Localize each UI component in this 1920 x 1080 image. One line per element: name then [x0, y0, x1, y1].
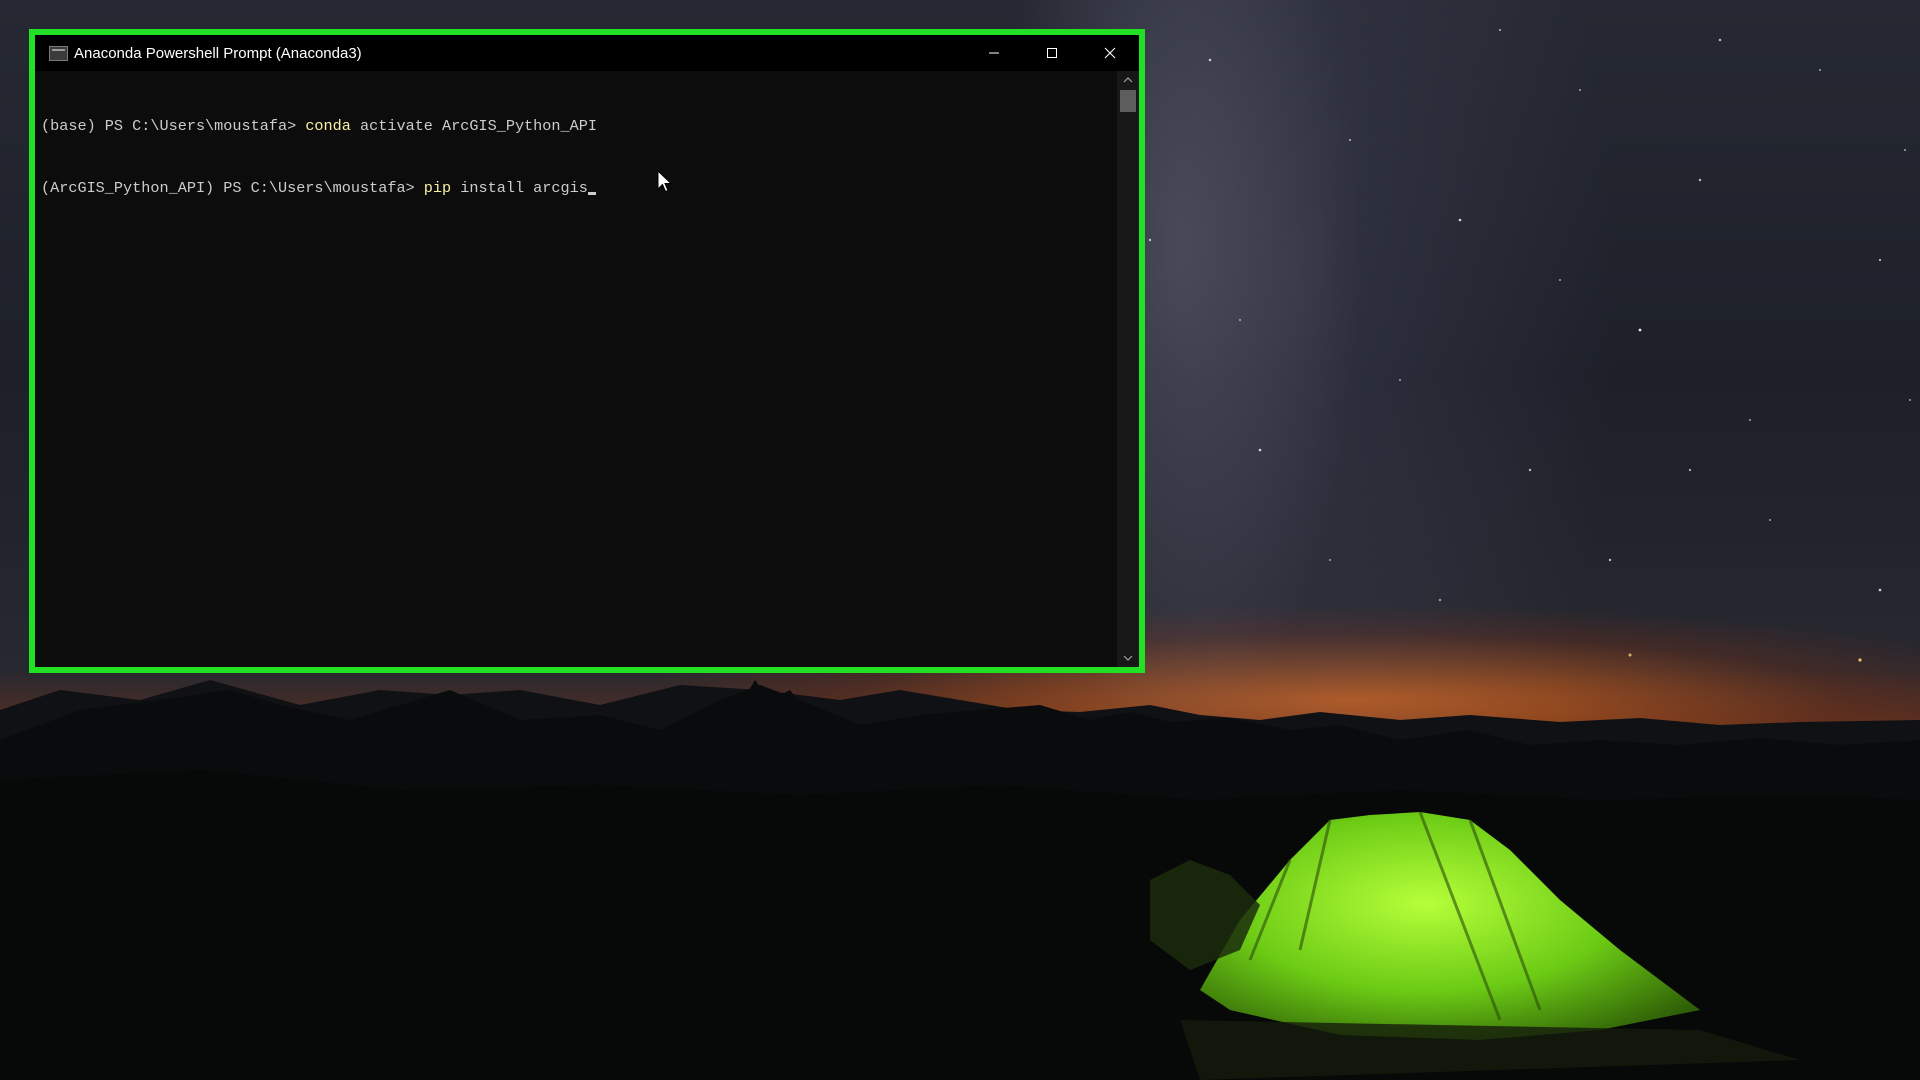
- chevron-down-icon: [1123, 655, 1133, 661]
- prompt-text: (base) PS C:\Users\moustafa>: [41, 117, 306, 135]
- maximize-button[interactable]: [1023, 35, 1081, 71]
- console-line: (ArcGIS_Python_API) PS C:\Users\moustafa…: [41, 178, 1117, 199]
- scroll-up-button[interactable]: [1117, 71, 1139, 89]
- scrollbar-thumb[interactable]: [1120, 90, 1136, 112]
- desktop: Anaconda Powershell Prompt (Anaconda3) (…: [0, 0, 1920, 1080]
- command-name: pip: [423, 178, 452, 197]
- text-cursor: [587, 191, 596, 195]
- minimize-button[interactable]: [965, 35, 1023, 71]
- console-output[interactable]: (base) PS C:\Users\moustafa> conda activ…: [35, 71, 1117, 667]
- terminal-window[interactable]: Anaconda Powershell Prompt (Anaconda3) (…: [29, 29, 1145, 673]
- mouse-pointer-icon: [657, 170, 673, 193]
- title-bar[interactable]: Anaconda Powershell Prompt (Anaconda3): [35, 35, 1139, 71]
- window-controls: [965, 35, 1139, 71]
- close-icon: [1104, 47, 1116, 59]
- command-args: activate ArcGIS_Python_API: [350, 117, 597, 135]
- command-args: install arcgis: [451, 178, 588, 197]
- console-app-icon: [49, 45, 68, 61]
- console-line: (base) PS C:\Users\moustafa> conda activ…: [41, 116, 1117, 137]
- minimize-icon: [989, 52, 999, 54]
- scroll-down-button[interactable]: [1117, 649, 1139, 667]
- prompt-text: (ArcGIS_Python_API) PS C:\Users\moustafa…: [41, 178, 424, 197]
- chevron-up-icon: [1123, 77, 1133, 83]
- maximize-icon: [1047, 48, 1057, 58]
- vertical-scrollbar[interactable]: [1117, 71, 1139, 667]
- close-button[interactable]: [1081, 35, 1139, 71]
- window-title: Anaconda Powershell Prompt (Anaconda3): [74, 44, 362, 62]
- command-name: conda: [305, 117, 351, 135]
